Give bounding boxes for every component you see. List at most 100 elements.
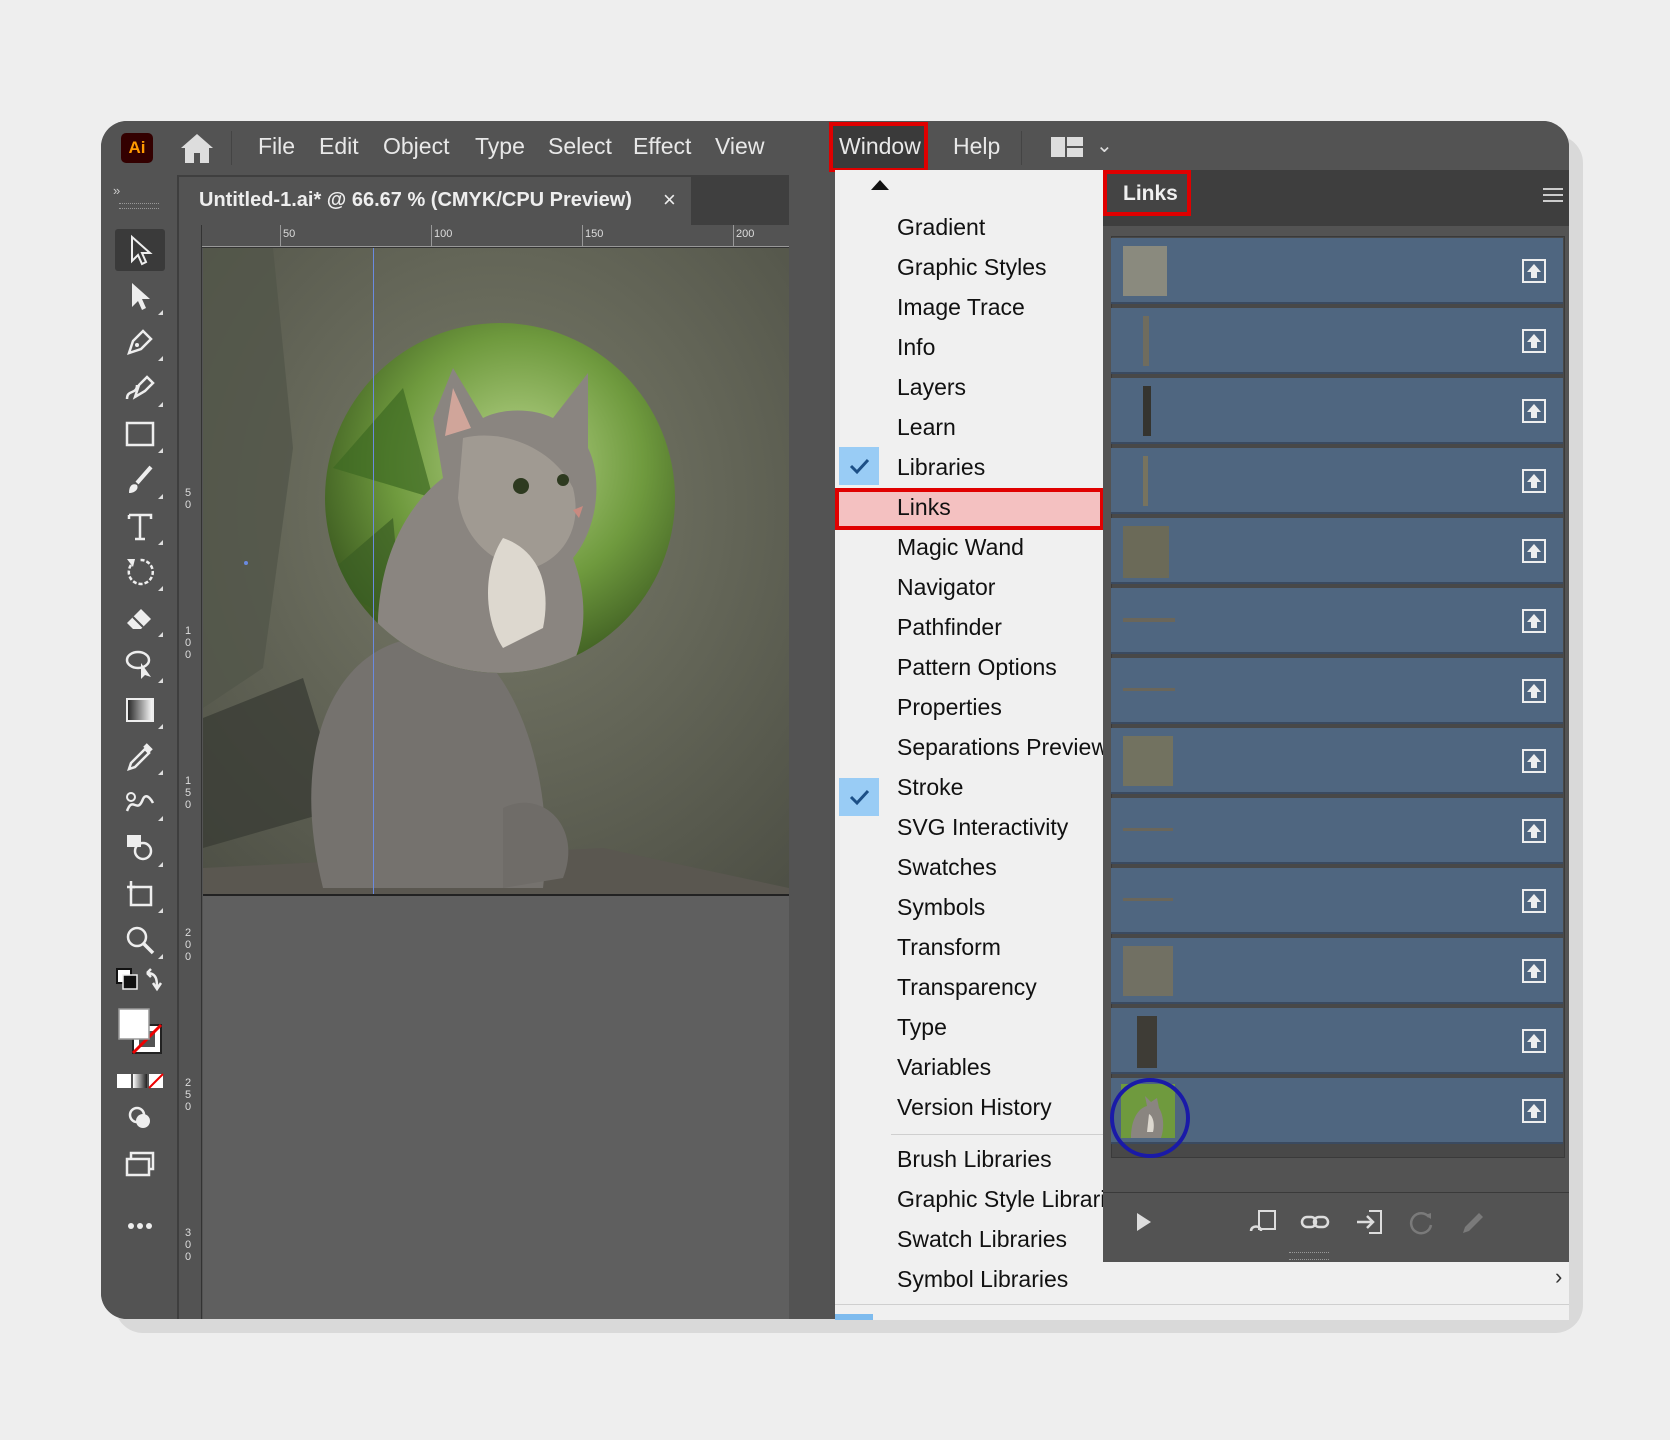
relink-from-libraries-icon[interactable] — [1247, 1207, 1279, 1237]
workspace-layout-icon[interactable] — [1049, 133, 1085, 161]
panel-menu-icon[interactable] — [1543, 188, 1563, 206]
link-row[interactable] — [1111, 938, 1563, 1004]
menu-item-magic-wand[interactable]: Magic Wand — [897, 534, 1024, 561]
menu-item-libraries[interactable]: Libraries — [897, 454, 985, 481]
vertical-ruler[interactable]: 5 0 1 0 0 1 5 0 2 0 0 2 5 0 3 0 0 — [179, 225, 202, 1319]
direct-selection-tool[interactable] — [115, 275, 165, 317]
guide-line[interactable] — [373, 248, 374, 894]
menu-item-separations-preview[interactable]: Separations Preview — [897, 734, 1108, 761]
artboard-kitten-image[interactable] — [203, 248, 789, 894]
pathfinder-check — [839, 778, 879, 816]
menu-select[interactable]: Select — [548, 133, 612, 160]
menu-item-gradient[interactable]: Gradient — [897, 214, 985, 241]
menu-item-version-history[interactable]: Version History — [897, 1094, 1052, 1121]
curvature-tool[interactable] — [115, 367, 165, 409]
color-mode-buttons[interactable] — [115, 1067, 165, 1095]
menu-window[interactable]: Window — [839, 133, 921, 160]
embedded-file-icon — [1522, 819, 1546, 843]
rectangle-tool[interactable] — [115, 413, 165, 455]
edit-original-icon[interactable] — [1457, 1207, 1489, 1237]
menu-item-pathfinder[interactable]: Pathfinder — [897, 614, 1002, 641]
blend-icon — [125, 792, 155, 812]
lasso-tool[interactable] — [115, 643, 165, 685]
menu-item-swatches[interactable]: Swatches — [897, 854, 997, 881]
menu-item-brush-libraries[interactable]: Brush Libraries — [897, 1146, 1052, 1173]
links-tab[interactable]: Links — [1103, 170, 1191, 216]
menu-item-image-trace[interactable]: Image Trace — [897, 294, 1025, 321]
relink-icon[interactable] — [1299, 1207, 1331, 1237]
pen-tool[interactable] — [115, 321, 165, 363]
menu-item-variables[interactable]: Variables — [897, 1054, 991, 1081]
rotate-tool[interactable] — [115, 551, 165, 593]
eyedropper-tool[interactable] — [115, 735, 165, 777]
link-row[interactable] — [1111, 868, 1563, 934]
type-tool[interactable] — [115, 505, 165, 547]
document-title: Untitled-1.ai* @ 66.67 % (CMYK/CPU Previ… — [199, 189, 632, 211]
menu-item-symbols[interactable]: Symbols — [897, 894, 985, 921]
link-row[interactable] — [1111, 378, 1563, 444]
menu-item-layers[interactable]: Layers — [897, 374, 966, 401]
menu-effect[interactable]: Effect — [633, 133, 691, 160]
link-row[interactable] — [1111, 1008, 1563, 1074]
menu-item-graphic-style-libraries[interactable]: Graphic Style Librarie — [897, 1186, 1118, 1213]
link-row[interactable] — [1111, 518, 1563, 584]
selection-tool[interactable] — [115, 229, 165, 271]
chevron-down-icon[interactable]: ⌄ — [1096, 133, 1113, 158]
menu-item-learn[interactable]: Learn — [897, 414, 956, 441]
menu-help[interactable]: Help — [953, 133, 1000, 160]
link-row[interactable] — [1111, 448, 1563, 514]
horizontal-ruler[interactable]: 50 100 150 200 — [202, 225, 789, 248]
menu-item-swatch-libraries[interactable]: Swatch Libraries — [897, 1226, 1067, 1253]
paintbrush-tool[interactable] — [115, 459, 165, 501]
menu-item-stroke[interactable]: Stroke — [897, 774, 963, 801]
document-tab[interactable]: Untitled-1.ai* @ 66.67 % (CMYK/CPU Previ… — [179, 177, 691, 225]
link-row[interactable] — [1111, 308, 1563, 374]
menu-item-type[interactable]: Type — [897, 1014, 947, 1041]
shape-builder-tool[interactable] — [115, 827, 165, 869]
menu-item-navigator[interactable]: Navigator — [897, 574, 995, 601]
menu-view[interactable]: View — [715, 133, 764, 160]
panel-grip[interactable] — [1289, 1252, 1329, 1260]
eraser-tool[interactable] — [115, 597, 165, 639]
menu-item-symbol-libraries[interactable]: Symbol Libraries — [897, 1266, 1068, 1293]
menu-type[interactable]: Type — [475, 133, 525, 160]
ruler-label: 50 — [283, 228, 296, 240]
collapse-icon[interactable]: » — [113, 183, 120, 198]
menu-file[interactable]: File — [258, 133, 295, 160]
zoom-tool[interactable] — [115, 919, 165, 961]
draw-mode-tool[interactable] — [115, 1097, 165, 1139]
menu-item-properties[interactable]: Properties — [897, 694, 1002, 721]
embedded-file-icon — [1522, 1099, 1546, 1123]
menu-item-links[interactable]: Links — [897, 494, 951, 521]
menu-item-svg-interactivity[interactable]: SVG Interactivity — [897, 814, 1068, 841]
menu-item-info[interactable]: Info — [897, 334, 935, 361]
go-to-link-icon[interactable] — [1353, 1207, 1385, 1237]
menu-item-pattern-options[interactable]: Pattern Options — [897, 654, 1057, 681]
menu-item-graphic-styles[interactable]: Graphic Styles — [897, 254, 1047, 281]
link-row[interactable] — [1111, 238, 1563, 304]
gradient-tool[interactable] — [115, 689, 165, 731]
edit-toolbar-button[interactable] — [115, 1205, 165, 1247]
link-row[interactable] — [1111, 658, 1563, 724]
screen-mode-tool[interactable] — [115, 1143, 165, 1185]
close-icon[interactable]: × — [663, 187, 676, 213]
fill-stroke-swatches[interactable] — [115, 1003, 165, 1063]
scroll-up-icon[interactable] — [871, 180, 889, 190]
panel-grip[interactable] — [119, 203, 159, 209]
menu-object[interactable]: Object — [383, 133, 449, 160]
menu-item-transform[interactable]: Transform — [897, 934, 1001, 961]
artboard-tool[interactable] — [115, 873, 165, 915]
link-thumbnail — [1123, 946, 1173, 996]
link-row[interactable] — [1111, 798, 1563, 864]
ruler-label: 1 0 0 — [185, 625, 192, 661]
menu-edit[interactable]: Edit — [319, 133, 359, 160]
link-row[interactable] — [1111, 588, 1563, 654]
link-row[interactable] — [1111, 728, 1563, 794]
blend-tool[interactable] — [115, 781, 165, 823]
show-link-info-icon[interactable] — [1127, 1207, 1159, 1237]
menu-item-transparency[interactable]: Transparency — [897, 974, 1037, 1001]
swap-fill-stroke[interactable] — [115, 965, 165, 999]
embedded-file-icon — [1522, 679, 1546, 703]
home-icon[interactable] — [177, 130, 217, 166]
update-link-icon[interactable] — [1405, 1207, 1437, 1237]
